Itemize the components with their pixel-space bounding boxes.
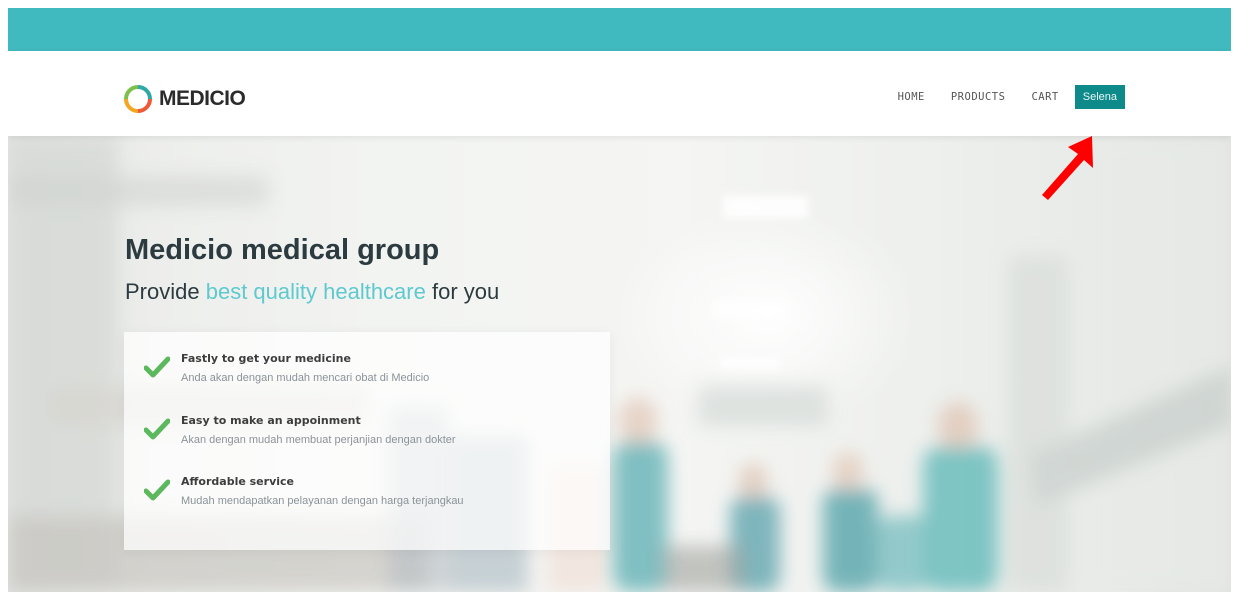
nav-home[interactable]: HOME	[898, 91, 925, 103]
navbar: MEDICIO HOME PRODUCTS CART Selena	[8, 51, 1231, 136]
logo[interactable]: MEDICIO	[123, 84, 246, 114]
nav-products[interactable]: PRODUCTS	[951, 91, 1006, 103]
hero-subtitle: Provide best quality healthcare for you	[125, 279, 499, 305]
feature-description: Akan dengan mudah membuat perjanjian den…	[181, 434, 456, 446]
nav-cart[interactable]: CART	[1031, 91, 1058, 103]
feature-description: Anda akan dengan mudah mencari obat di M…	[181, 372, 430, 384]
check-icon	[144, 356, 170, 378]
feature-description: Mudah mendapatkan pelayanan dengan harga…	[181, 495, 464, 507]
hero-subtitle-pre: Provide	[125, 279, 206, 304]
feature-title: Fastly to get your medicine	[181, 352, 351, 365]
features-panel: Fastly to get your medicine Anda akan de…	[124, 332, 610, 550]
main-nav: HOME PRODUCTS CART Selena	[898, 85, 1125, 109]
logo-text: MEDICIO	[159, 87, 246, 110]
feature-title: Affordable service	[181, 475, 294, 488]
annotation-arrow-icon	[1042, 136, 1093, 200]
top-bar	[8, 8, 1231, 51]
hero-section: Medicio medical group Provide best quali…	[8, 136, 1231, 592]
check-icon	[144, 418, 170, 440]
user-account-button[interactable]: Selena	[1074, 85, 1125, 109]
logo-ring-icon	[124, 85, 152, 113]
feature-title: Easy to make an appoinment	[181, 414, 361, 427]
hero-subtitle-post: for you	[425, 279, 500, 304]
hero-subtitle-highlight: best quality healthcare	[205, 279, 426, 304]
check-icon	[144, 479, 170, 501]
browser-viewport: MEDICIO HOME PRODUCTS CART Selena Medici…	[8, 8, 1231, 592]
hero-title: Medicio medical group	[125, 234, 440, 266]
